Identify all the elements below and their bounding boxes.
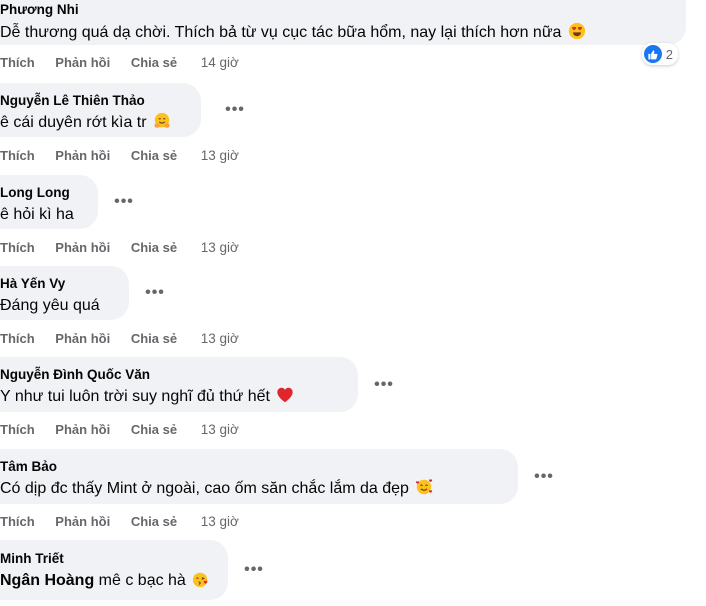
- red-heart-emoji: [277, 387, 294, 403]
- comment-actions: Thích Phản hồi Chia sẻ 13 giờ: [0, 240, 239, 256]
- comment-text-body: mê c bạc hà: [98, 572, 186, 589]
- comment-author[interactable]: Hà Yến Vy: [0, 275, 117, 292]
- comment: Tâm Bảo Có dịp đc thấy Mint ở ngoài, cao…: [0, 449, 553, 530]
- reply-button[interactable]: Phản hồi: [55, 240, 110, 255]
- smiling-face-with-hearts-emoji: [416, 479, 433, 495]
- comment-actions: Thích Phản hồi Chia sẻ 13 giờ: [0, 514, 518, 530]
- like-button[interactable]: Thích: [0, 148, 35, 163]
- like-button[interactable]: Thích: [0, 422, 35, 437]
- comment-author[interactable]: Nguyễn Lê Thiên Thảo: [0, 92, 189, 109]
- comment-bubble: Tâm Bảo Có dịp đc thấy Mint ở ngoài, cao…: [0, 449, 553, 504]
- share-button[interactable]: Chia sẻ: [131, 240, 177, 255]
- like-button[interactable]: Thích: [0, 514, 35, 529]
- comment-actions: Thích Phản hồi Chia sẻ 13 giờ: [0, 148, 239, 164]
- comment-bubble: Hà Yến Vy Đáng yêu quá •••: [0, 266, 164, 320]
- comment-bubble: Nguyễn Đình Quốc Văn Y như tui luôn trời…: [0, 357, 393, 412]
- comment-text: Dễ thương quá dạ chời. Thích bả từ vụ cụ…: [0, 22, 676, 43]
- more-options-icon[interactable]: •••: [240, 556, 268, 584]
- comment-timestamp[interactable]: 14 giờ: [201, 55, 239, 70]
- share-button[interactable]: Chia sẻ: [131, 331, 177, 346]
- comment-actions: Thích Phản hồi Chia sẻ 14 giờ: [0, 55, 686, 71]
- comment-author[interactable]: Long Long: [0, 184, 86, 201]
- reply-button[interactable]: Phản hồi: [55, 422, 110, 437]
- comment: Minh Triết Ngân Hoàng mê c bạc hà •••: [0, 540, 263, 600]
- comment-timestamp[interactable]: 13 giờ: [201, 422, 239, 437]
- reply-button[interactable]: Phản hồi: [55, 55, 110, 70]
- comment: Nguyễn Đình Quốc Văn Y như tui luôn trời…: [0, 357, 393, 438]
- comment-author[interactable]: Phương Nhi: [0, 1, 676, 18]
- like-button[interactable]: Thích: [0, 55, 35, 70]
- reply-button[interactable]: Phản hồi: [55, 148, 110, 163]
- comment-text: Y như tui luôn trời suy nghĩ đủ thứ hết: [0, 386, 346, 407]
- comment: Long Long ê hỏi kì ha ••• Thích Phản hồi…: [0, 175, 239, 256]
- share-button[interactable]: Chia sẻ: [131, 148, 177, 163]
- comment-bubble: Minh Triết Ngân Hoàng mê c bạc hà •••: [0, 540, 263, 600]
- face-blowing-kiss-emoji: [193, 572, 208, 588]
- comment-text-body: ê cái duyên rớt kìa tr: [0, 114, 147, 131]
- comment-timestamp[interactable]: 13 giờ: [201, 514, 239, 529]
- share-button[interactable]: Chia sẻ: [131, 55, 177, 70]
- comment-bubble: Nguyễn Lê Thiên Thảo ê cái duyên rớt kìa…: [0, 83, 244, 137]
- comment-timestamp[interactable]: 13 giờ: [201, 148, 239, 163]
- comment-text: Ngân Hoàng mê c bạc hà: [0, 570, 216, 591]
- comment: Nguyễn Lê Thiên Thảo ê cái duyên rớt kìa…: [0, 83, 244, 164]
- comment-author[interactable]: Tâm Bảo: [0, 458, 506, 475]
- more-options-icon[interactable]: •••: [221, 96, 249, 124]
- like-button[interactable]: Thích: [0, 331, 35, 346]
- comment-author[interactable]: Minh Triết: [0, 550, 216, 567]
- more-options-icon[interactable]: •••: [370, 371, 398, 399]
- comment-author[interactable]: Nguyễn Đình Quốc Văn: [0, 366, 346, 383]
- more-options-icon[interactable]: •••: [530, 463, 558, 491]
- share-button[interactable]: Chia sẻ: [131, 514, 177, 529]
- comment-text: Có dịp đc thấy Mint ở ngoài, cao ốm săn …: [0, 478, 506, 499]
- comment-actions: Thích Phản hồi Chia sẻ 13 giờ: [0, 331, 239, 347]
- reaction-count: 2: [665, 46, 673, 62]
- comment-text: Đáng yêu quá: [0, 297, 100, 314]
- comment-text-body: Dễ thương quá dạ chời. Thích bả từ vụ cụ…: [0, 24, 562, 41]
- heart-eyes-emoji: [568, 22, 585, 40]
- comment-text-body: Có dịp đc thấy Mint ở ngoài, cao ốm săn …: [0, 480, 409, 497]
- comment-actions: Thích Phản hồi Chia sẻ 13 giờ: [0, 422, 358, 438]
- more-options-icon[interactable]: •••: [110, 188, 138, 216]
- comment-bubble: Phương Nhi Dễ thương quá dạ chời. Thích …: [0, 0, 686, 65]
- comment-timestamp[interactable]: 13 giờ: [201, 240, 239, 255]
- comment-text: ê cái duyên rớt kìa tr: [0, 112, 189, 133]
- comment: Phương Nhi Dễ thương quá dạ chời. Thích …: [0, 0, 686, 71]
- comment-bubble: Long Long ê hỏi kì ha •••: [0, 175, 133, 229]
- reply-button[interactable]: Phản hồi: [55, 514, 110, 529]
- reaction-count-badge[interactable]: 2: [641, 43, 678, 65]
- like-button[interactable]: Thích: [0, 240, 35, 255]
- reply-button[interactable]: Phản hồi: [55, 331, 110, 346]
- comment-text: ê hỏi kì ha: [0, 206, 74, 223]
- more-options-icon[interactable]: •••: [141, 279, 169, 307]
- mentioned-user-link[interactable]: Ngân Hoàng: [0, 572, 94, 589]
- hugging-face-emoji: [154, 112, 170, 128]
- like-reaction-icon: [643, 45, 662, 63]
- comment: Hà Yến Vy Đáng yêu quá ••• Thích Phản hồ…: [0, 266, 239, 347]
- comment-text-body: Y như tui luôn trời suy nghĩ đủ thứ hết: [0, 388, 270, 405]
- comment-timestamp[interactable]: 13 giờ: [201, 331, 239, 346]
- share-button[interactable]: Chia sẻ: [131, 422, 177, 437]
